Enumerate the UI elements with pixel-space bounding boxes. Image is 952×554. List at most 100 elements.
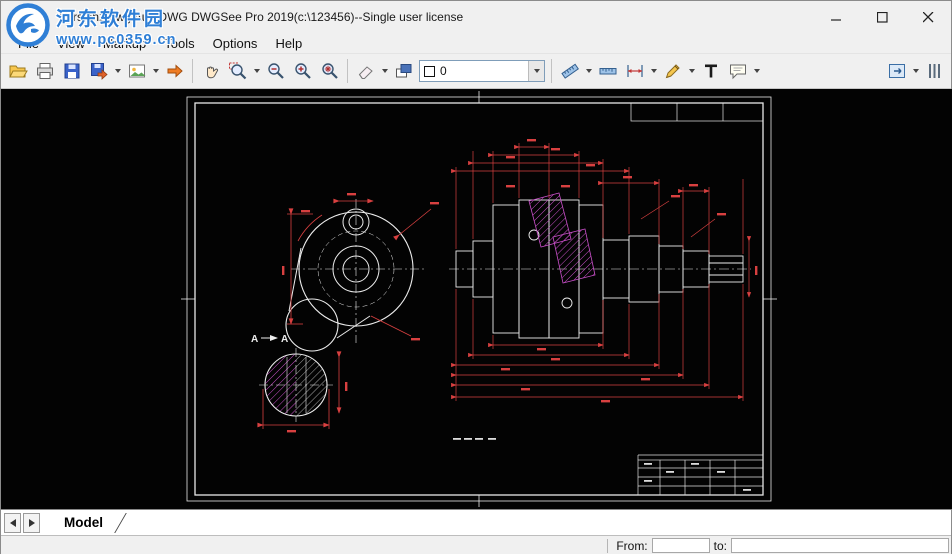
window-title: Version2.dwg AutoDWG DWGSee Pro 2019(c:\…: [59, 10, 464, 24]
status-separator: [607, 538, 609, 553]
panels-button[interactable]: [883, 57, 910, 85]
pen-icon: [665, 64, 680, 79]
text-tool-button[interactable]: [697, 57, 724, 85]
zoom-out-icon: [267, 63, 284, 79]
left-arrow-icon: [9, 518, 16, 527]
eraser-icon: [358, 66, 373, 79]
menu-bar: File View Markup Tools Options Help: [1, 33, 951, 53]
tab-scroll-right-button[interactable]: [23, 512, 40, 533]
maximize-button[interactable]: [859, 1, 905, 33]
dimension-dropdown[interactable]: [648, 57, 659, 85]
save-button[interactable]: [58, 57, 85, 85]
eraser-dropdown[interactable]: [379, 57, 390, 85]
chevron-down-icon: [114, 69, 121, 73]
markup-pen-button[interactable]: [659, 57, 686, 85]
dimension-icon: [626, 65, 643, 77]
window-controls: [813, 1, 951, 33]
menu-help[interactable]: Help: [266, 35, 311, 52]
chevron-down-icon: [152, 69, 159, 73]
to-field[interactable]: [731, 538, 949, 553]
chevron-down-icon: [688, 69, 695, 73]
model-tab-label: Model: [64, 515, 103, 530]
markup-pen-dropdown[interactable]: [686, 57, 697, 85]
dimension-button[interactable]: [621, 57, 648, 85]
zoom-in-button[interactable]: [289, 57, 316, 85]
chevron-down-icon: [253, 69, 260, 73]
hand-icon: [206, 66, 218, 79]
from-label: From:: [616, 538, 648, 553]
chevron-down-icon: [381, 69, 388, 73]
measure-distance-button[interactable]: [556, 57, 583, 85]
layout-tab-bar: Model: [1, 509, 951, 535]
title-bar[interactable]: Version2.dwg AutoDWG DWGSee Pro 2019(c:\…: [1, 1, 951, 33]
menu-markup[interactable]: Markup: [94, 35, 155, 52]
toolbar: 0: [1, 53, 951, 89]
forward-arrow-icon: [167, 64, 183, 78]
layer-color-swatch: [424, 65, 435, 77]
layers-button[interactable]: [390, 57, 417, 85]
convert-button[interactable]: [85, 57, 112, 85]
status-bar: From: to:: [1, 535, 951, 554]
send-forward-button[interactable]: [161, 57, 188, 85]
image-icon: [128, 64, 145, 78]
layer-combo[interactable]: 0: [419, 60, 545, 82]
minimize-button[interactable]: [813, 1, 859, 33]
cad-drawing-svg: A A: [1, 89, 952, 509]
eraser-button[interactable]: [352, 57, 379, 85]
zoom-window-dropdown[interactable]: [251, 57, 262, 85]
zoom-window-button[interactable]: [224, 57, 251, 85]
minimize-icon: [830, 18, 841, 21]
tab-scroll-left-button[interactable]: [4, 512, 21, 533]
pan-button[interactable]: [197, 57, 224, 85]
tab-model[interactable]: Model: [60, 510, 127, 535]
toolbar-separator: [192, 59, 193, 83]
docked-toolbar-grip[interactable]: [921, 57, 948, 85]
svg-text:A: A: [281, 334, 288, 345]
app-window: Version2.dwg AutoDWG DWGSee Pro 2019(c:\…: [0, 0, 952, 554]
maximize-icon: [876, 11, 888, 23]
zoom-out-button[interactable]: [262, 57, 289, 85]
to-label: to:: [713, 538, 727, 553]
export-image-button[interactable]: [123, 57, 150, 85]
zoom-extents-icon: [321, 63, 338, 79]
chevron-down-icon: [533, 69, 540, 73]
measure-distance-dropdown[interactable]: [583, 57, 594, 85]
chevron-down-icon: [650, 69, 657, 73]
text-tool-icon: [704, 64, 717, 78]
export-dropdown[interactable]: [150, 57, 161, 85]
ruler-diagonal-icon: [560, 63, 579, 79]
save-floppy-icon: [64, 63, 79, 79]
open-button[interactable]: [4, 57, 31, 85]
panel-arrow-icon: [888, 64, 905, 78]
close-button[interactable]: [905, 1, 951, 33]
comment-button[interactable]: [724, 57, 751, 85]
chevron-down-icon: [753, 69, 760, 73]
svg-text:A: A: [251, 334, 258, 345]
panels-dropdown[interactable]: [910, 57, 921, 85]
menu-view[interactable]: View: [48, 35, 94, 52]
convert-dropdown[interactable]: [112, 57, 123, 85]
zoom-extents-button[interactable]: [316, 57, 343, 85]
ruler-icon: [599, 68, 616, 75]
drawing-canvas[interactable]: A A: [1, 89, 952, 509]
close-icon: [922, 11, 933, 22]
convert-icon: [90, 63, 108, 80]
layer-combo-dropdown[interactable]: [528, 61, 544, 81]
chevron-down-icon: [585, 69, 592, 73]
right-arrow-icon: [28, 518, 35, 527]
from-field[interactable]: [651, 538, 710, 553]
print-button[interactable]: [31, 57, 58, 85]
toolbar-separator: [551, 59, 552, 83]
layer-combo-value: 0: [440, 64, 447, 78]
printer-icon: [36, 63, 53, 79]
grip-bars-icon: [928, 64, 940, 78]
open-folder-icon: [8, 65, 28, 78]
menu-options[interactable]: Options: [204, 35, 267, 52]
zoom-in-icon: [294, 63, 311, 79]
comment-dropdown[interactable]: [751, 57, 762, 85]
menu-tools[interactable]: Tools: [155, 35, 203, 52]
menu-file[interactable]: File: [9, 35, 48, 52]
chevron-down-icon: [912, 69, 919, 73]
zoom-window-icon: [228, 62, 246, 80]
measure-area-button[interactable]: [594, 57, 621, 85]
